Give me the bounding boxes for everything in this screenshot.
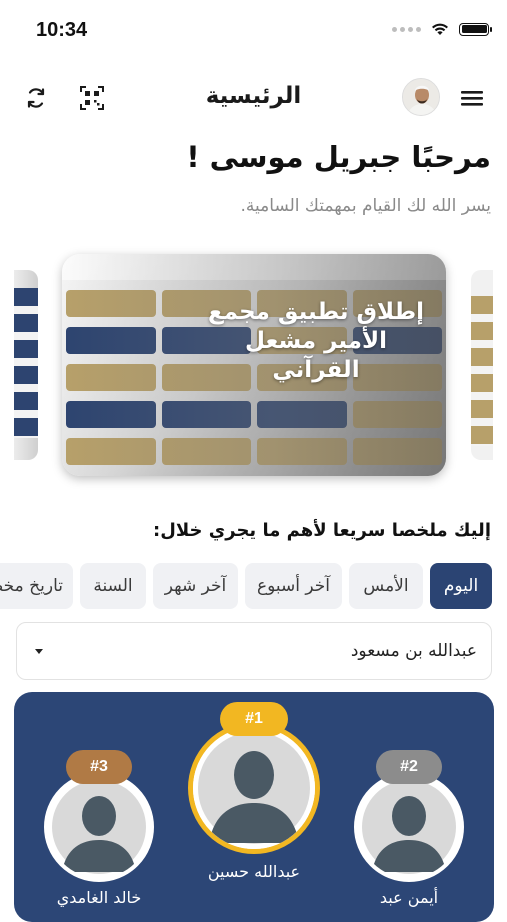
status-bar: 10:34 [0, 0, 507, 58]
welcome-heading: مرحبًا جبريل موسى ! [186, 140, 491, 174]
tab-last-week[interactable]: آخر أسبوع [245, 563, 342, 609]
teacher-select[interactable]: عبدالله بن مسعود [16, 622, 492, 680]
rank-1-name: عبدالله حسين [207, 862, 301, 881]
user-avatar[interactable] [402, 78, 440, 116]
signal-icon [392, 26, 421, 32]
rank-2-avatar [354, 772, 464, 882]
rank-3-name: خالد الغامدي [56, 888, 142, 907]
banner-caption: إطلاق تطبيق مجمع الأمير مشعل القرآني [207, 299, 425, 383]
leaderboard-rank-1[interactable]: #1 عبدالله حسين [188, 700, 320, 900]
rank-2-badge: #2 [376, 750, 442, 784]
chevron-down-icon [35, 649, 43, 654]
rank-3-badge: #3 [66, 750, 132, 784]
tab-year[interactable]: السنة [80, 563, 146, 609]
tab-custom-date[interactable]: تاريخ مخصص [0, 563, 73, 609]
rank-2-name: أيمن عبد [379, 888, 439, 907]
welcome-subtitle: يسر الله لك القيام بمهمتك السامية. [240, 196, 491, 216]
rank-1-badge: #1 [220, 702, 288, 736]
banner-carousel[interactable]: إطلاق تطبيق مجمع الأمير مشعل القرآني [0, 254, 507, 476]
rank-3-avatar [44, 772, 154, 882]
leaderboard-card: #3 خالد الغامدي #1 عبدالله حسين #2 أيمن … [14, 692, 494, 922]
leaderboard-rank-3[interactable]: #3 خالد الغامدي [44, 748, 154, 922]
carousel-prev-slide[interactable] [14, 270, 38, 460]
leaderboard-rank-2[interactable]: #2 أيمن عبد [354, 748, 464, 922]
tab-last-month[interactable]: آخر شهر [153, 563, 238, 609]
status-icons [392, 22, 492, 36]
summary-label: إليك ملخصا سريعا لأهم ما يجري خلال: [153, 520, 491, 541]
banner-slide[interactable]: إطلاق تطبيق مجمع الأمير مشعل القرآني [62, 254, 446, 476]
battery-icon [459, 22, 492, 36]
app-header: الرئيسية [0, 72, 507, 124]
period-tabs: اليوم الأمس آخر أسبوع آخر شهر السنة تاري… [0, 563, 507, 609]
tab-today[interactable]: اليوم [430, 563, 492, 609]
rank-1-avatar [188, 722, 320, 854]
wifi-icon [432, 23, 448, 35]
teacher-select-value: عبدالله بن مسعود [350, 641, 477, 661]
menu-icon[interactable] [458, 84, 486, 112]
status-time: 10:34 [36, 19, 88, 41]
tab-yesterday[interactable]: الأمس [349, 563, 423, 609]
carousel-next-slide[interactable] [471, 270, 493, 460]
